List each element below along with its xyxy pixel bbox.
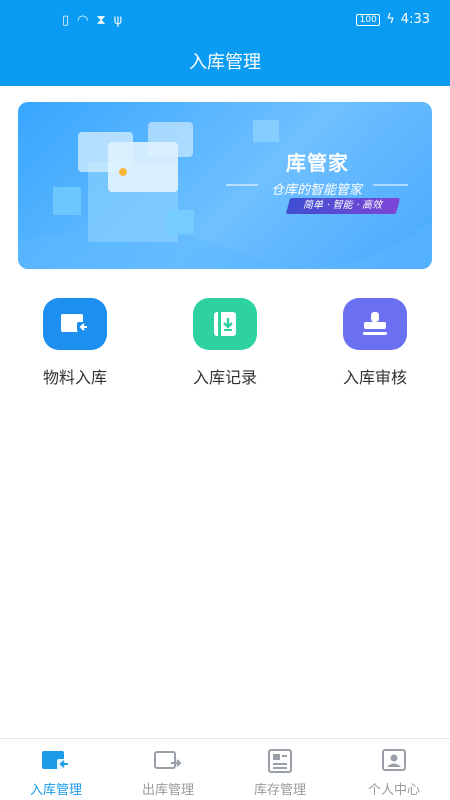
tab-label: 个人中心 <box>367 783 420 798</box>
feature-inbound-record[interactable]: 入库记录 <box>160 298 290 388</box>
charging-icon: ϟ <box>386 12 395 27</box>
banner-illustration <box>18 120 432 269</box>
inbound-tab-icon <box>41 749 71 773</box>
usb-icon: ψ <box>113 13 123 28</box>
battery-icon: 100 <box>356 13 381 26</box>
tab-profile[interactable]: 个人中心 <box>338 739 450 800</box>
sim-icon: ▯ <box>62 13 70 28</box>
tab-label: 入库管理 <box>29 783 82 798</box>
tab-inbound[interactable]: 入库管理 <box>0 739 112 800</box>
inventory-tab-icon <box>265 749 295 773</box>
app-header: ▯ ◠ ⧗ ψ 100 ϟ 4:33 入库管理 <box>0 0 450 86</box>
tab-label: 库存管理 <box>253 783 306 798</box>
wifi-icon: ◠ <box>77 13 89 28</box>
status-right: 100 ϟ 4:33 <box>356 12 430 27</box>
clock: 4:33 <box>400 12 430 27</box>
page-title: 入库管理 <box>189 52 261 73</box>
feature-inbound-audit[interactable]: 入库审核 <box>310 298 440 388</box>
feature-label: 入库审核 <box>342 368 407 387</box>
tab-outbound[interactable]: 出库管理 <box>112 739 224 800</box>
hourglass-icon: ⧗ <box>96 13 106 28</box>
bottom-tab-bar: 入库管理 出库管理 库存管理 个人中心 <box>0 738 450 800</box>
feature-label: 入库记录 <box>192 368 257 387</box>
feature-material-inbound[interactable]: 物料入库 <box>10 298 140 388</box>
status-bar: ▯ ◠ ⧗ ψ 100 ϟ 4:33 <box>0 0 450 40</box>
material-inbound-icon <box>43 298 107 350</box>
promo-banner[interactable]: 库管家 仓库的智能管家 简单 · 智能 · 高效 <box>18 102 432 269</box>
inbound-record-icon <box>193 298 257 350</box>
tab-label: 出库管理 <box>141 783 194 798</box>
stamp-icon <box>343 298 407 350</box>
banner-title: 库管家 <box>286 151 349 175</box>
status-icons: ▯ ◠ ⧗ ψ <box>62 13 122 28</box>
banner-subtitle: 仓库的智能管家 <box>271 183 363 198</box>
banner-tagline: 简单 · 智能 · 高效 <box>285 198 401 214</box>
tab-inventory[interactable]: 库存管理 <box>224 739 336 800</box>
profile-tab-icon <box>379 749 409 773</box>
feature-label: 物料入库 <box>42 368 107 387</box>
outbound-tab-icon <box>153 749 183 773</box>
